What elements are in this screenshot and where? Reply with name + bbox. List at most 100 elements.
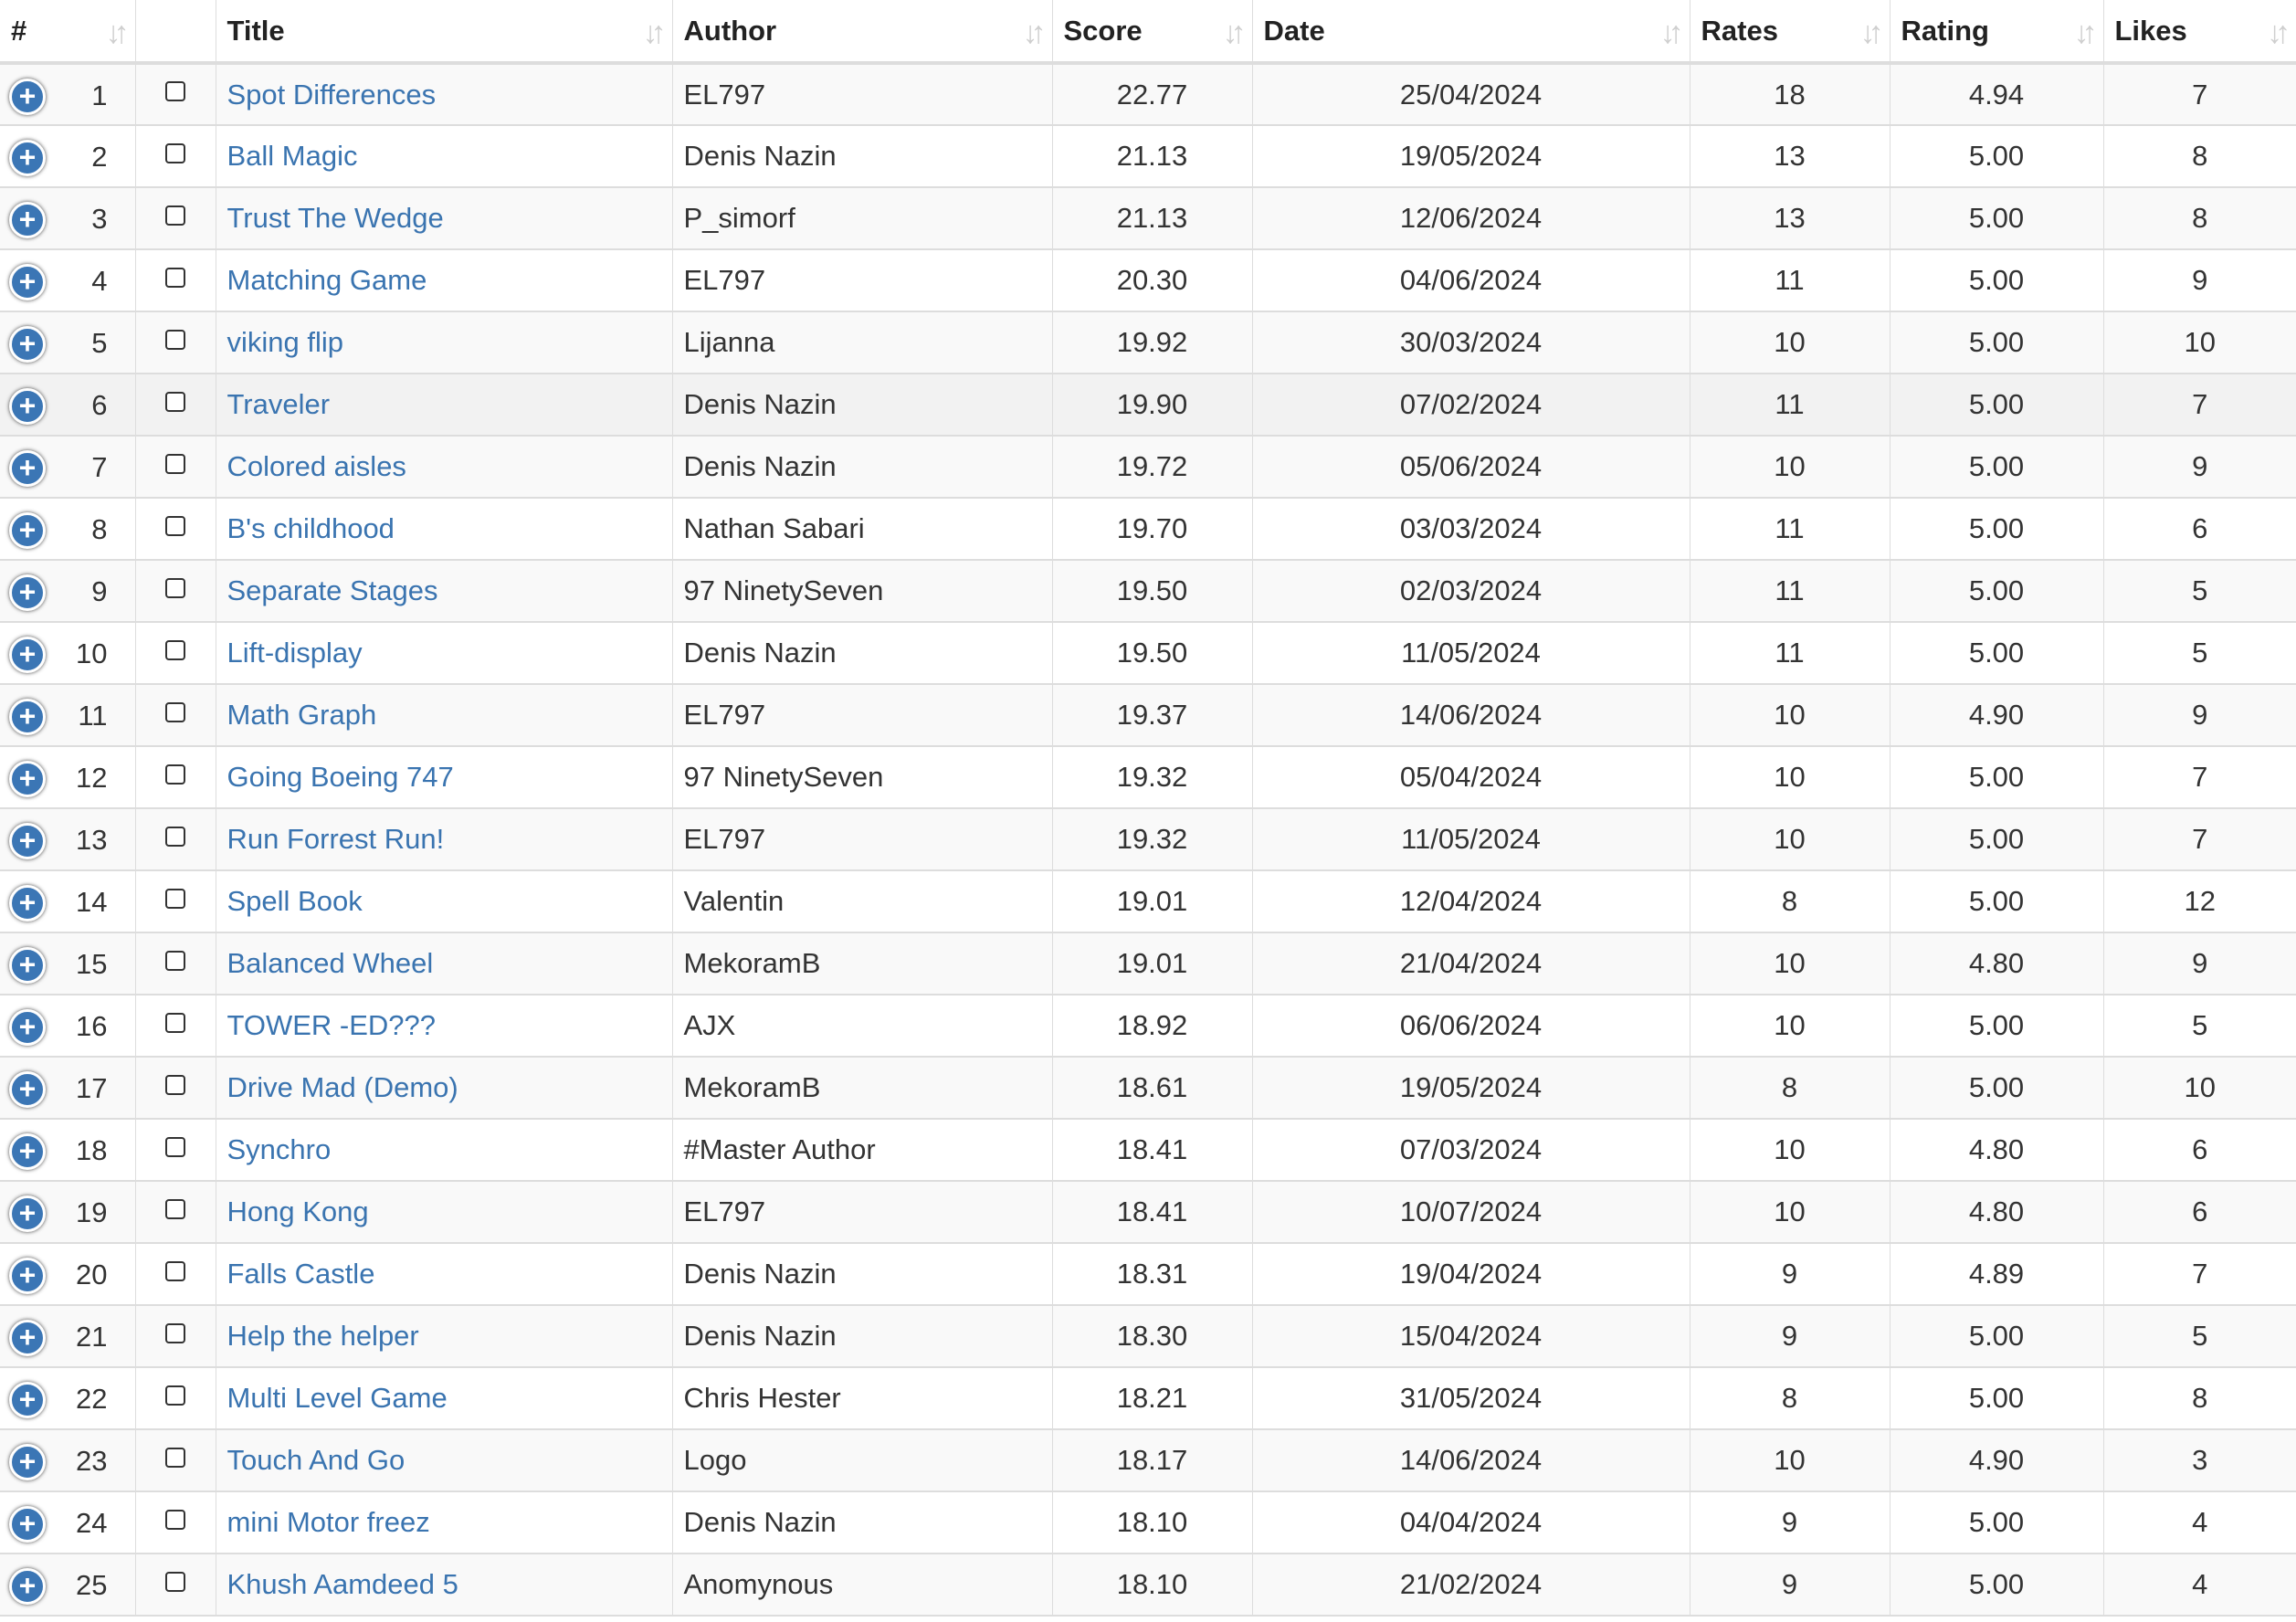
row-checkbox[interactable] (165, 1509, 185, 1530)
sort-arrows-icon[interactable]: ↓↑ (106, 16, 130, 51)
plus-circle-icon[interactable]: + (9, 78, 46, 115)
plus-circle-icon[interactable]: + (9, 388, 46, 425)
plus-circle-icon[interactable]: + (9, 1009, 46, 1046)
sort-arrows-icon[interactable]: ↓↑ (1223, 16, 1247, 51)
plus-circle-icon[interactable]: + (9, 140, 46, 176)
table-row: +12 Going Boeing 747 97 NinetySeven 19.32 05… (0, 746, 2296, 809)
plus-circle-icon[interactable]: + (9, 699, 46, 735)
column-header-date[interactable]: Date ↓↑ (1252, 0, 1690, 65)
row-checkbox[interactable] (165, 391, 185, 412)
row-checkbox[interactable] (165, 1447, 185, 1468)
sort-arrows-icon[interactable]: ↓↑ (2267, 16, 2291, 51)
plus-circle-icon[interactable]: + (9, 450, 46, 487)
title-link[interactable]: Falls Castle (227, 1258, 375, 1290)
column-header-author[interactable]: Author ↓↑ (672, 0, 1053, 65)
row-checkbox[interactable] (165, 1012, 185, 1033)
row-checkbox[interactable] (165, 205, 185, 226)
row-checkbox[interactable] (165, 1385, 185, 1406)
row-checkbox[interactable] (165, 267, 185, 288)
plus-circle-icon[interactable]: + (9, 637, 46, 673)
column-header-score[interactable]: Score ↓↑ (1052, 0, 1253, 65)
plus-circle-icon[interactable]: + (9, 512, 46, 549)
title-link[interactable]: Spot Differences (227, 79, 437, 111)
plus-circle-icon[interactable]: + (9, 1506, 46, 1543)
row-checkbox[interactable] (165, 1322, 185, 1343)
title-link[interactable]: Going Boeing 747 (227, 761, 454, 793)
likes-cell: 12 (2103, 870, 2296, 933)
row-checkbox[interactable] (165, 764, 185, 785)
row-checkbox[interactable] (165, 577, 185, 598)
row-checkbox[interactable] (165, 1074, 185, 1095)
column-header-rates[interactable]: Rates ↓↑ (1690, 0, 1891, 65)
title-link[interactable]: Hong Kong (227, 1195, 369, 1227)
plus-circle-icon[interactable]: + (9, 761, 46, 797)
row-checkbox[interactable] (165, 1136, 185, 1157)
title-link[interactable]: Trust The Wedge (227, 202, 444, 234)
plus-circle-icon[interactable]: + (9, 1133, 46, 1170)
plus-circle-icon[interactable]: + (9, 1195, 46, 1232)
plus-circle-icon[interactable]: + (9, 885, 46, 922)
row-checkbox[interactable] (165, 1260, 185, 1281)
sort-arrows-icon[interactable]: ↓↑ (1023, 16, 1047, 51)
author-cell: EL797 (672, 684, 1053, 747)
title-link[interactable]: Khush Aamdeed 5 (227, 1568, 458, 1600)
column-header-number[interactable]: # ↓↑ (0, 0, 136, 65)
rating-cell: 5.00 (1890, 187, 2104, 250)
title-link[interactable]: Run Forrest Run! (227, 823, 445, 855)
column-header-title[interactable]: Title ↓↑ (216, 0, 673, 65)
sort-arrows-icon[interactable]: ↓↑ (1660, 16, 1684, 51)
title-link[interactable]: Traveler (227, 388, 331, 420)
title-link[interactable]: Separate Stages (227, 574, 438, 606)
title-link[interactable]: Balanced Wheel (227, 947, 434, 979)
rates-cell: 10 (1690, 1181, 1891, 1244)
row-checkbox[interactable] (165, 329, 185, 350)
plus-circle-icon[interactable]: + (9, 1320, 46, 1356)
row-checkbox[interactable] (165, 826, 185, 847)
plus-circle-icon[interactable]: + (9, 574, 46, 611)
row-checkbox[interactable] (165, 639, 185, 660)
title-link[interactable]: Multi Level Game (227, 1382, 448, 1414)
plus-circle-icon[interactable]: + (9, 1071, 46, 1108)
row-checkbox[interactable] (165, 701, 185, 722)
title-link[interactable]: Drive Mad (Demo) (227, 1071, 458, 1103)
plus-circle-icon[interactable]: + (9, 823, 46, 859)
title-link[interactable]: Spell Book (227, 885, 363, 917)
table-row: +24 mini Motor freez Denis Nazin 18.10 04/04… (0, 1491, 2296, 1554)
title-link[interactable]: viking flip (227, 326, 344, 358)
table-row: +22 Multi Level Game Chris Hester 18.21 31/0… (0, 1367, 2296, 1430)
plus-circle-icon[interactable]: + (9, 326, 46, 363)
title-link[interactable]: mini Motor freez (227, 1506, 430, 1538)
title-link[interactable]: Matching Game (227, 264, 427, 296)
row-checkbox[interactable] (165, 81, 185, 102)
title-link[interactable]: Ball Magic (227, 140, 358, 172)
title-link[interactable]: Colored aisles (227, 450, 406, 482)
title-link[interactable]: Lift-display (227, 637, 363, 669)
row-checkbox[interactable] (165, 453, 185, 474)
sort-arrows-icon[interactable]: ↓↑ (643, 16, 667, 51)
row-checkbox[interactable] (165, 1198, 185, 1219)
title-link[interactable]: Math Graph (227, 699, 377, 731)
plus-circle-icon[interactable]: + (9, 1258, 46, 1294)
plus-circle-icon[interactable]: + (9, 947, 46, 984)
title-link[interactable]: Help the helper (227, 1320, 419, 1352)
plus-circle-icon[interactable]: + (9, 1568, 46, 1605)
plus-circle-icon[interactable]: + (9, 264, 46, 300)
title-link[interactable]: B's childhood (227, 512, 395, 544)
row-checkbox[interactable] (165, 1571, 185, 1592)
row-checkbox[interactable] (165, 950, 185, 971)
sort-arrows-icon[interactable]: ↓↑ (1860, 16, 1884, 51)
row-checkbox[interactable] (165, 142, 185, 163)
select-cell (135, 1367, 216, 1430)
sort-arrows-icon[interactable]: ↓↑ (2074, 16, 2098, 51)
title-link[interactable]: Synchro (227, 1133, 332, 1165)
row-checkbox[interactable] (165, 888, 185, 909)
row-checkbox[interactable] (165, 515, 185, 536)
plus-circle-icon[interactable]: + (9, 1444, 46, 1480)
column-header-rating[interactable]: Rating ↓↑ (1890, 0, 2104, 65)
column-header-likes[interactable]: Likes ↓↑ (2103, 0, 2296, 65)
row-number: 24 (76, 1507, 108, 1539)
plus-circle-icon[interactable]: + (9, 1382, 46, 1418)
plus-circle-icon[interactable]: + (9, 202, 46, 238)
title-link[interactable]: Touch And Go (227, 1444, 405, 1476)
title-link[interactable]: TOWER -ED??? (227, 1009, 437, 1041)
